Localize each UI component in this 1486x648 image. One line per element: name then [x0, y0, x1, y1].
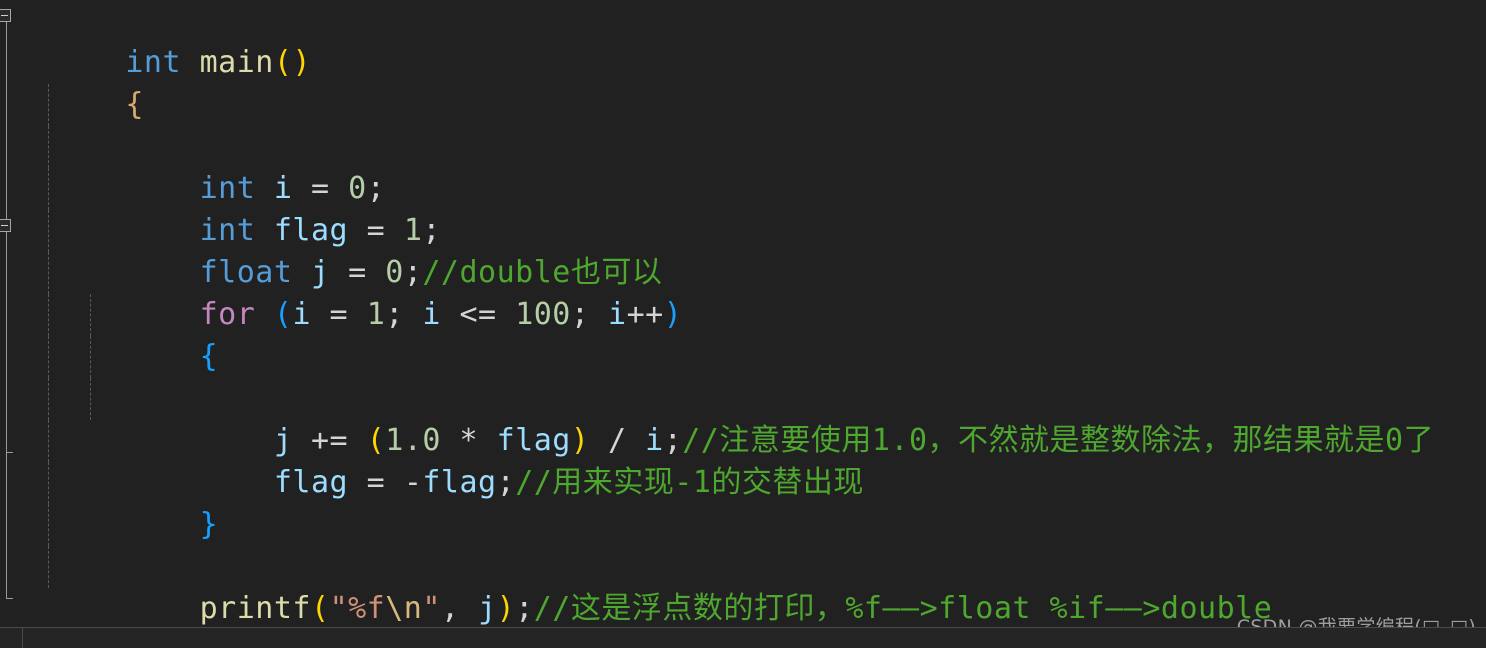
code-line-9[interactable]: flag = -flag;//用来实现-1的交替出现 — [0, 336, 1486, 500]
code-editor-window: int main() { int i = 0; int flag = 1; fl… — [0, 0, 1486, 648]
code-line-14[interactable]: return 0; — [0, 546, 1486, 648]
code-line-10-blank[interactable] — [0, 378, 1486, 420]
indent-guide — [90, 336, 91, 378]
editor-bottom-panel — [0, 627, 1486, 648]
indent-guide — [48, 168, 49, 210]
code-line-11[interactable]: } — [0, 420, 1486, 542]
indent-guide — [48, 420, 49, 462]
indent-guide — [48, 252, 49, 294]
indent-guide — [48, 126, 49, 168]
code-line-8[interactable]: j += (1.0 * flag) / i;//注意要使用1.0，不然就是整数除… — [0, 294, 1486, 458]
indent-guide — [48, 84, 49, 126]
code-line-13[interactable]: printf("%f\n", j);//这是浮点数的打印，%f——>float … — [0, 504, 1486, 626]
indent-guide — [90, 378, 91, 420]
indent-guide — [48, 462, 49, 504]
code-line-2[interactable]: { — [0, 42, 1486, 122]
indent-guide — [48, 546, 49, 588]
code-line-3[interactable]: int i = 0; — [0, 84, 1486, 206]
code-line-1[interactable]: int main() — [0, 0, 1486, 80]
indent-guide — [48, 210, 49, 252]
indent-guide — [48, 378, 49, 420]
indent-guide — [48, 504, 49, 546]
code-content-area[interactable]: int main() { int i = 0; int flag = 1; fl… — [0, 0, 1486, 648]
indent-guide — [48, 336, 49, 378]
code-line-6[interactable]: for (i = 1; i <= 100; i++) — [0, 210, 1486, 332]
indent-guide — [90, 294, 91, 336]
panel-left-divider — [22, 628, 23, 648]
code-line-12-blank[interactable] — [0, 462, 1486, 504]
indent-guide — [48, 294, 49, 336]
code-line-5[interactable]: float j = 0;//double也可以 — [0, 168, 1486, 290]
code-line-4[interactable]: int flag = 1; — [0, 126, 1486, 248]
code-line-7[interactable]: { — [0, 252, 1486, 374]
